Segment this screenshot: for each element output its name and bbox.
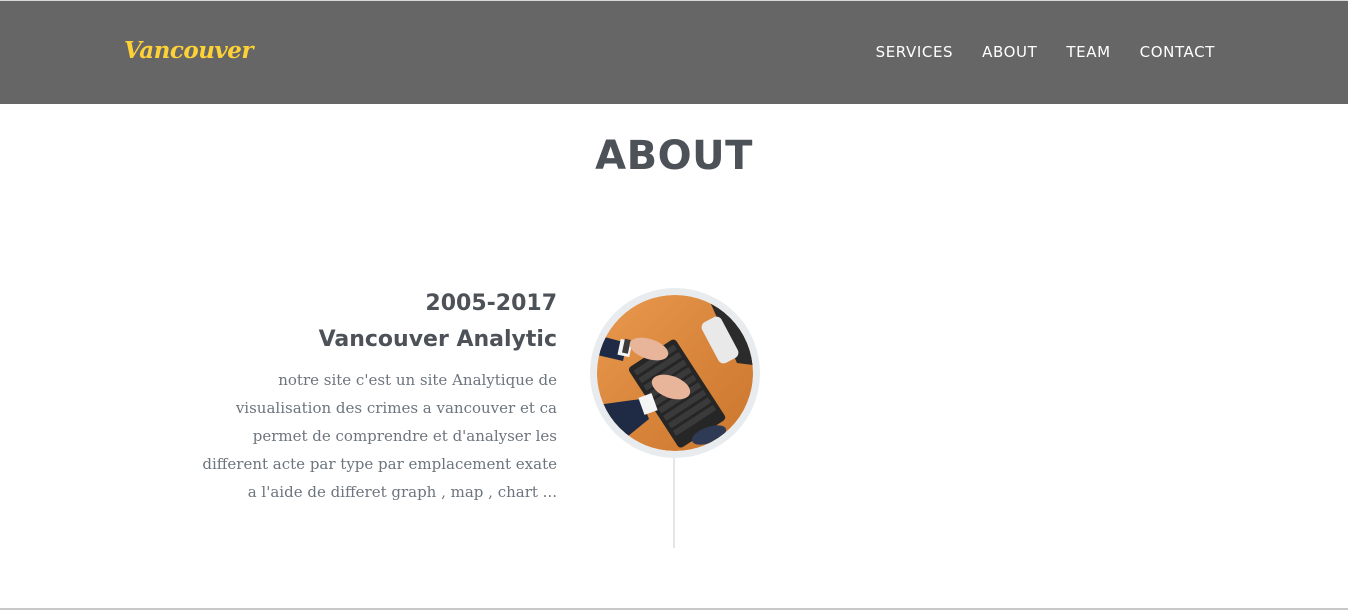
brand-logo-link[interactable]: Vancouver bbox=[124, 37, 254, 64]
nav-item-team[interactable]: TEAM bbox=[1066, 42, 1110, 62]
nav-item-contact[interactable]: CONTACT bbox=[1140, 42, 1215, 62]
timeline-item-text: 2005-2017 Vancouver Analytic notre site … bbox=[200, 286, 557, 506]
timeline-image bbox=[590, 288, 760, 458]
nav-menu: SERVICES ABOUT TEAM CONTACT bbox=[876, 42, 1215, 62]
timeline-description: notre site c'est un site Analytique de v… bbox=[202, 371, 557, 501]
timeline-line bbox=[673, 450, 675, 548]
nav-item-services[interactable]: SERVICES bbox=[876, 42, 954, 62]
section-title: ABOUT bbox=[595, 133, 753, 179]
keyboard-typing-photo bbox=[597, 295, 753, 451]
timeline-heading: Vancouver Analytic bbox=[318, 327, 557, 352]
nav-item-about[interactable]: ABOUT bbox=[982, 42, 1037, 62]
navbar: Vancouver SERVICES ABOUT TEAM CONTACT bbox=[0, 1, 1348, 104]
timeline-year: 2005-2017 bbox=[425, 291, 557, 316]
